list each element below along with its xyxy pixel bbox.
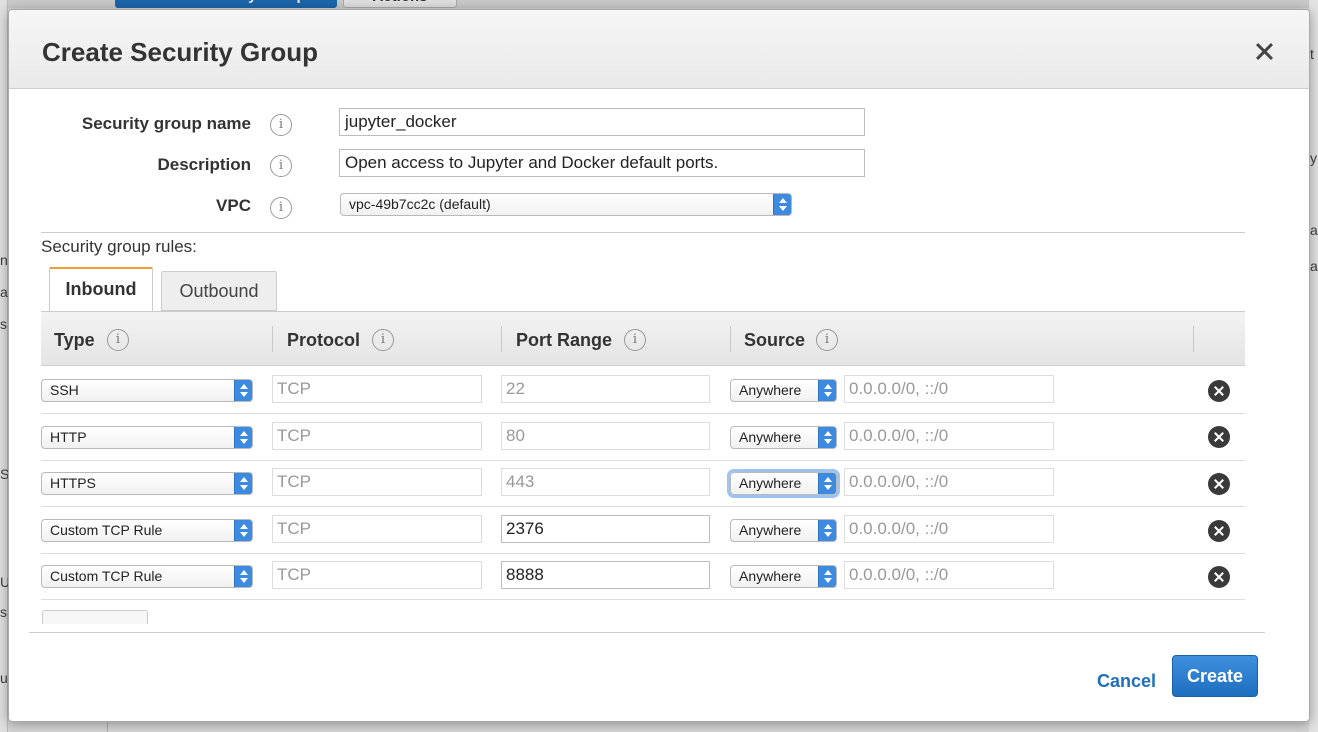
remove-rule-icon[interactable] bbox=[1208, 520, 1230, 542]
info-icon[interactable]: i bbox=[270, 114, 292, 136]
remove-rule-icon[interactable] bbox=[1208, 426, 1230, 448]
row-divider bbox=[41, 460, 1245, 461]
chevron-up-down-icon bbox=[818, 566, 836, 587]
row-divider bbox=[41, 506, 1245, 507]
cancel-button[interactable]: Cancel bbox=[1097, 671, 1156, 692]
rule-cidr-field[interactable]: 0.0.0.0/0, ::/0 bbox=[844, 375, 1054, 403]
rule-protocol-field: TCP bbox=[272, 375, 482, 403]
close-icon[interactable] bbox=[1252, 40, 1276, 64]
column-header-type: Type bbox=[54, 330, 95, 350]
rule-type-select[interactable]: HTTP bbox=[41, 426, 253, 449]
column-header-port-range: Port Range bbox=[516, 330, 613, 350]
rule-source-select[interactable]: Anywhere bbox=[730, 472, 837, 495]
rules-table-header: Type i Protocol i Port Range i Source i bbox=[41, 311, 1245, 366]
remove-rule-icon[interactable] bbox=[1208, 566, 1230, 588]
remove-rule-icon[interactable] bbox=[1208, 473, 1230, 495]
rule-protocol-field: TCP bbox=[272, 468, 482, 496]
chevron-up-down-icon bbox=[234, 380, 252, 401]
rule-protocol-field: TCP bbox=[272, 561, 482, 589]
info-icon[interactable]: i bbox=[816, 329, 838, 351]
rule-source-value: Anywhere bbox=[739, 475, 802, 491]
column-separator bbox=[272, 326, 273, 352]
rule-type-value: HTTP bbox=[50, 429, 87, 445]
column-separator bbox=[501, 326, 502, 352]
description-label: Description bbox=[157, 155, 251, 174]
rule-source-value: Anywhere bbox=[739, 382, 802, 398]
rule-port-range-field: 22 bbox=[501, 375, 710, 403]
chevron-up-down-icon bbox=[234, 427, 252, 448]
rule-type-select[interactable]: Custom TCP Rule bbox=[41, 519, 253, 542]
rule-type-value: Custom TCP Rule bbox=[50, 522, 163, 538]
column-separator bbox=[730, 326, 731, 352]
remove-rule-icon[interactable] bbox=[1208, 380, 1230, 402]
rule-source-select[interactable]: Anywhere bbox=[730, 565, 837, 588]
info-icon[interactable]: i bbox=[624, 329, 646, 351]
tab-inbound[interactable]: Inbound bbox=[49, 267, 153, 312]
chevron-up-down-icon bbox=[818, 520, 836, 541]
rule-port-range-input[interactable]: 8888 bbox=[501, 561, 710, 589]
rule-source-select[interactable]: Anywhere bbox=[730, 519, 837, 542]
description-input[interactable]: Open access to Jupyter and Docker defaul… bbox=[339, 149, 865, 177]
chevron-up-down-icon bbox=[818, 473, 836, 494]
row-divider bbox=[41, 413, 1245, 414]
security-group-name-input[interactable]: jupyter_docker bbox=[339, 108, 865, 136]
dialog-header: Create Security Group bbox=[9, 10, 1309, 89]
rule-protocol-field: TCP bbox=[272, 422, 482, 450]
create-security-group-dialog: Create Security Group Security group nam… bbox=[8, 9, 1310, 722]
vpc-label: VPC bbox=[216, 196, 251, 215]
rule-source-select[interactable]: Anywhere bbox=[730, 379, 837, 402]
column-separator bbox=[1193, 326, 1194, 352]
rule-cidr-field[interactable]: 0.0.0.0/0, ::/0 bbox=[844, 422, 1054, 450]
rule-type-select[interactable]: Custom TCP Rule bbox=[41, 565, 253, 588]
column-header-source: Source bbox=[744, 330, 806, 350]
row-divider bbox=[41, 599, 1245, 600]
info-icon[interactable]: i bbox=[270, 197, 292, 219]
chevron-up-down-icon bbox=[773, 194, 791, 215]
chevron-up-down-icon bbox=[234, 520, 252, 541]
vpc-select[interactable]: vpc-49b7cc2c (default) bbox=[340, 193, 792, 216]
chevron-up-down-icon bbox=[234, 566, 252, 587]
rule-type-value: HTTPS bbox=[50, 475, 96, 491]
create-button[interactable]: Create bbox=[1172, 655, 1258, 697]
info-icon[interactable]: i bbox=[270, 155, 292, 177]
rule-type-select[interactable]: HTTPS bbox=[41, 472, 253, 495]
rule-port-range-input[interactable]: 2376 bbox=[501, 515, 710, 543]
add-rule-button[interactable] bbox=[42, 610, 148, 624]
rule-source-value: Anywhere bbox=[739, 522, 802, 538]
rule-type-value: SSH bbox=[50, 382, 79, 398]
row-divider bbox=[41, 553, 1245, 554]
rule-source-value: Anywhere bbox=[739, 429, 802, 445]
chevron-up-down-icon bbox=[818, 427, 836, 448]
footer-divider bbox=[29, 632, 1265, 633]
security-group-name-label: Security group name bbox=[81, 114, 251, 133]
tab-outbound[interactable]: Outbound bbox=[161, 271, 277, 311]
rule-cidr-field[interactable]: 0.0.0.0/0, ::/0 bbox=[844, 468, 1054, 496]
info-icon[interactable]: i bbox=[372, 329, 394, 351]
security-group-rules-label: Security group rules: bbox=[41, 237, 197, 256]
column-header-protocol: Protocol bbox=[287, 330, 361, 350]
rule-cidr-field[interactable]: 0.0.0.0/0, ::/0 bbox=[844, 561, 1054, 589]
rule-port-range-field: 80 bbox=[501, 422, 710, 450]
rule-protocol-field: TCP bbox=[272, 515, 482, 543]
dialog-title: Create Security Group bbox=[42, 37, 318, 67]
info-icon[interactable]: i bbox=[107, 329, 129, 351]
rule-source-value: Anywhere bbox=[739, 568, 802, 584]
rule-type-select[interactable]: SSH bbox=[41, 379, 253, 402]
vpc-select-value: vpc-49b7cc2c (default) bbox=[349, 196, 491, 212]
rule-source-select[interactable]: Anywhere bbox=[730, 426, 837, 449]
chevron-up-down-icon bbox=[818, 380, 836, 401]
rule-cidr-field[interactable]: 0.0.0.0/0, ::/0 bbox=[844, 515, 1054, 543]
section-divider bbox=[41, 232, 1245, 233]
rule-port-range-field: 443 bbox=[501, 468, 710, 496]
rule-type-value: Custom TCP Rule bbox=[50, 568, 163, 584]
chevron-up-down-icon bbox=[234, 473, 252, 494]
